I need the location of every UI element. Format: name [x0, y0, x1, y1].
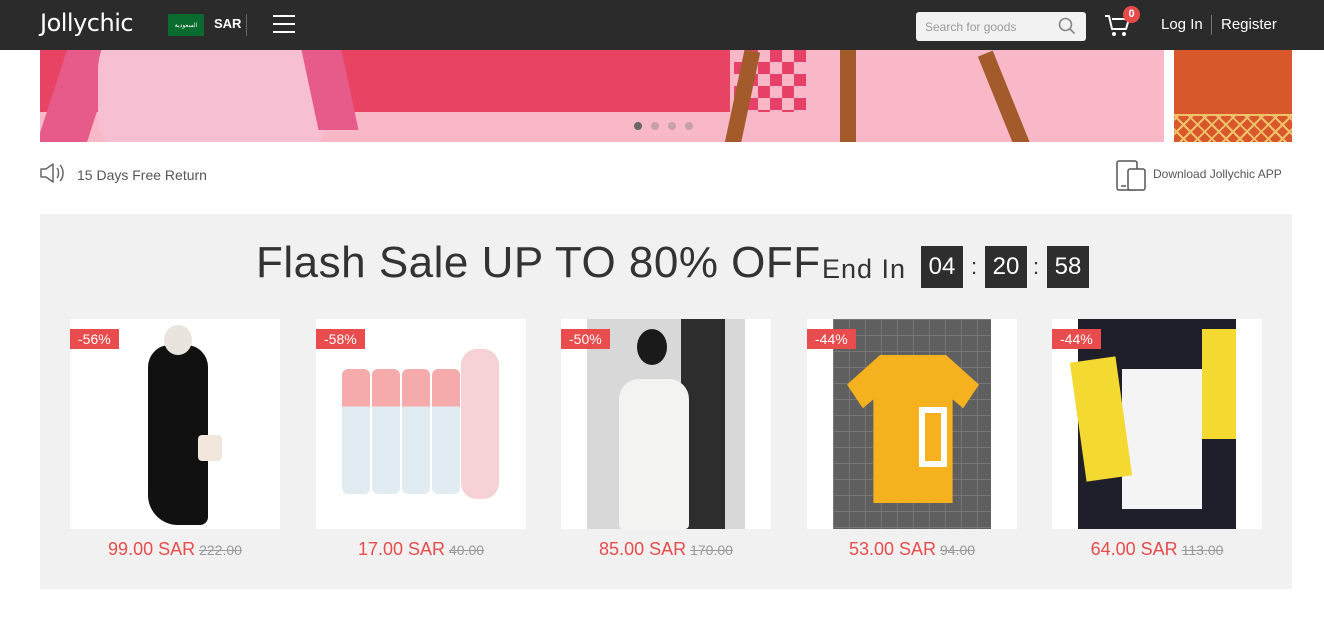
price-row: 64.00 SAR 113.00: [1052, 539, 1262, 560]
top-navigation-bar: Jollychic السعودية SAR 0 Log In Register: [0, 0, 1324, 50]
shirt-graphic: [919, 407, 947, 467]
flash-sale-section: Flash Sale UP TO 80% OFF End In 04 : 20 …: [40, 214, 1292, 589]
product-image[interactable]: -50%: [561, 319, 771, 529]
divider: [1211, 15, 1212, 35]
bottle-illustration: [402, 369, 430, 494]
model-head: [637, 329, 667, 365]
product-card[interactable]: -58% 17.00 SAR 40.00: [316, 319, 526, 560]
original-price: 222.00: [199, 542, 242, 558]
stool-leg: [840, 50, 856, 142]
hijab-illustration: [164, 325, 192, 355]
speaker-icon: [40, 163, 64, 183]
flag-label: السعودية: [174, 22, 198, 29]
carousel-dot[interactable]: [651, 122, 659, 130]
bottle-illustration: [342, 369, 370, 494]
timer-separator: :: [1033, 254, 1040, 279]
product-card[interactable]: -44% 64.00 SAR 113.00: [1052, 319, 1262, 560]
original-price: 94.00: [940, 542, 976, 558]
carousel-dot[interactable]: [668, 122, 676, 130]
handbag-illustration: [198, 435, 222, 461]
end-in-label: End In: [822, 254, 907, 284]
white-shirt-illustration: [1122, 369, 1202, 509]
timer-hours: 04: [921, 246, 963, 288]
divider: [246, 14, 247, 36]
carousel-dot[interactable]: [634, 122, 642, 130]
timer-separator: :: [971, 254, 978, 279]
white-dress-illustration: [619, 379, 689, 529]
product-card[interactable]: -56% 99.00 SAR 222.00: [70, 319, 280, 560]
yellow-sleeve: [1202, 329, 1236, 439]
sale-price: 99.00 SAR: [108, 539, 196, 559]
sale-price: 53.00 SAR: [848, 539, 936, 559]
original-price: 170.00: [690, 542, 733, 558]
bag-image: ♥: [98, 50, 328, 142]
pattern-decoration: [1174, 114, 1292, 142]
price-row: 17.00 SAR 40.00: [316, 539, 526, 560]
hero-banner[interactable]: ♥: [40, 50, 1164, 142]
bottle-illustration: [432, 369, 460, 494]
search-icon[interactable]: [1058, 17, 1076, 35]
sale-price: 64.00 SAR: [1090, 539, 1178, 559]
register-link[interactable]: Register: [1221, 16, 1277, 33]
product-image[interactable]: -44%: [1052, 319, 1262, 529]
sale-price: 17.00 SAR: [357, 539, 445, 559]
discount-badge: -56%: [70, 329, 119, 349]
product-image[interactable]: -44%: [807, 319, 1017, 529]
timer-seconds: 58: [1047, 246, 1089, 288]
bottle-sleeve-illustration: [461, 349, 499, 499]
price-row: 99.00 SAR 222.00: [70, 539, 280, 560]
hamburger-menu-icon[interactable]: [273, 15, 295, 35]
product-card[interactable]: -44% 53.00 SAR 94.00: [807, 319, 1017, 560]
product-image[interactable]: -56%: [70, 319, 280, 529]
heart-icon: ♥: [248, 50, 259, 53]
product-image[interactable]: -58%: [316, 319, 526, 529]
price-row: 85.00 SAR 170.00: [561, 539, 771, 560]
bottle-illustration: [372, 369, 400, 494]
product-card[interactable]: -50% 85.00 SAR 170.00: [561, 319, 771, 560]
side-banner[interactable]: [1174, 50, 1292, 142]
carousel-dot[interactable]: [685, 122, 693, 130]
saudi-flag-icon[interactable]: السعودية: [168, 14, 204, 36]
carousel-indicators: [634, 122, 693, 130]
cart-count-badge: 0: [1123, 6, 1140, 23]
original-price: 113.00: [1181, 542, 1224, 558]
sale-price: 85.00 SAR: [599, 539, 687, 559]
download-app-link[interactable]: Download Jollychic APP: [1153, 167, 1282, 181]
phone-icon[interactable]: [1115, 160, 1147, 192]
discount-badge: -44%: [1052, 329, 1101, 349]
return-policy-text: 15 Days Free Return: [77, 167, 207, 183]
jollychic-logo[interactable]: Jollychic: [40, 9, 134, 37]
stool-leg: [977, 50, 1031, 142]
discount-badge: -50%: [561, 329, 610, 349]
timer-minutes: 20: [985, 246, 1027, 288]
original-price: 40.00: [449, 542, 485, 558]
login-link[interactable]: Log In: [1161, 16, 1203, 33]
currency-selector[interactable]: SAR: [214, 16, 241, 31]
price-row: 53.00 SAR 94.00: [807, 539, 1017, 560]
flash-sale-title: Flash Sale UP TO 80% OFF: [256, 238, 821, 287]
discount-badge: -44%: [807, 329, 856, 349]
discount-badge: -58%: [316, 329, 365, 349]
